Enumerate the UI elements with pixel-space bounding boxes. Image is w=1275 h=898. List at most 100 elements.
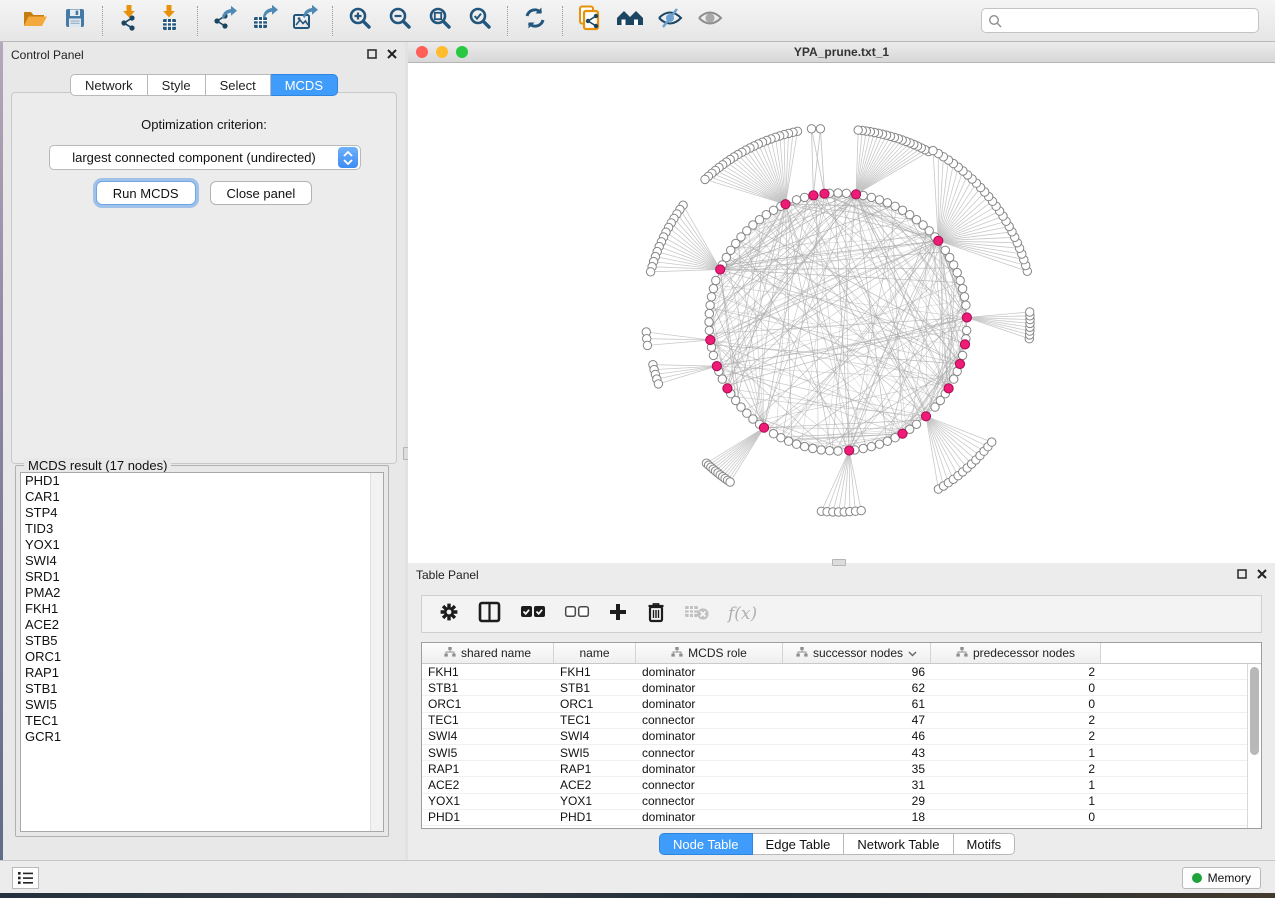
column-header-MCDS-role[interactable]: MCDS role <box>636 643 783 663</box>
mcds-result-node[interactable]: FKH1 <box>21 601 383 617</box>
tab-select[interactable]: Select <box>206 74 271 96</box>
tab-node-table[interactable]: Node Table <box>659 833 753 855</box>
control-panel-title: Control Panel <box>11 48 84 62</box>
export-network-icon <box>211 5 239 36</box>
close-panel-icon[interactable] <box>387 46 397 64</box>
mcds-result-node[interactable]: SWI4 <box>21 553 383 569</box>
export-network-button[interactable] <box>208 5 242 37</box>
mcds-result-node[interactable]: GCR1 <box>21 729 383 745</box>
add-column-icon[interactable] <box>608 602 628 627</box>
network-title: YPA_prune.txt_1 <box>408 45 1275 59</box>
control-panel-tabs: NetworkStyleSelectMCDS <box>3 74 405 96</box>
column-view-icon[interactable] <box>478 601 502 628</box>
node-table[interactable]: shared namenameMCDS rolesuccessor nodesp… <box>421 642 1262 829</box>
table-scrollbar[interactable] <box>1247 664 1261 828</box>
mcds-result-node[interactable]: ACE2 <box>21 617 383 633</box>
home-pair-button[interactable] <box>613 5 647 37</box>
mcds-result-node[interactable]: PMA2 <box>21 585 383 601</box>
table-type-tabs: Node TableEdge TableNetwork TableMotifs <box>659 833 1015 855</box>
mcds-result-node[interactable]: TID3 <box>21 521 383 537</box>
zoom-in-button[interactable] <box>343 5 377 37</box>
export-table-button[interactable] <box>248 5 282 37</box>
attribute-type-icon <box>796 646 808 660</box>
gear-icon[interactable] <box>438 601 460 628</box>
import-table-button[interactable] <box>153 5 187 37</box>
delete-column-icon[interactable] <box>646 601 666 628</box>
run-mcds-button[interactable]: Run MCDS <box>96 181 196 205</box>
table-cell: dominator <box>636 697 783 711</box>
mcds-result-node[interactable]: STP4 <box>21 505 383 521</box>
function-icon: f(x) <box>728 604 757 624</box>
mcds-result-node[interactable]: RAP1 <box>21 665 383 681</box>
column-header-successor-nodes[interactable]: successor nodes <box>783 643 931 663</box>
float-panel-icon[interactable] <box>1237 566 1247 584</box>
show-graphics-details-button[interactable] <box>693 5 727 37</box>
memory-button[interactable]: Memory <box>1182 867 1261 889</box>
network-graph-canvas[interactable] <box>408 63 1275 563</box>
table-row[interactable]: STB1STB1dominator620 <box>422 680 1261 696</box>
mcds-result-node[interactable]: SWI5 <box>21 697 383 713</box>
table-row[interactable]: SWI4SWI4dominator462 <box>422 729 1261 745</box>
mcds-result-node[interactable]: STB1 <box>21 681 383 697</box>
table-row[interactable]: RAP1RAP1dominator352 <box>422 761 1261 777</box>
list-icon <box>18 872 33 884</box>
column-header-predecessor-nodes[interactable]: predecessor nodes <box>931 643 1101 663</box>
criterion-select[interactable]: largest connected component (undirected) <box>49 145 361 170</box>
table-row[interactable]: YOX1YOX1connector291 <box>422 794 1261 810</box>
table-cell: 46 <box>783 729 931 743</box>
close-panel-button[interactable]: Close panel <box>210 181 313 205</box>
zoom-fit-button[interactable] <box>423 5 457 37</box>
deselect-all-icon[interactable] <box>564 604 590 625</box>
import-network-button[interactable] <box>113 5 147 37</box>
open-button[interactable] <box>18 5 52 37</box>
export-image-button[interactable] <box>288 5 322 37</box>
table-row[interactable]: FKH1FKH1dominator962 <box>422 664 1261 680</box>
mcds-result-node[interactable]: YOX1 <box>21 537 383 553</box>
node-table-header[interactable]: shared namenameMCDS rolesuccessor nodesp… <box>422 643 1261 664</box>
table-cell: YOX1 <box>422 794 554 808</box>
tab-network[interactable]: Network <box>70 74 148 96</box>
save-button[interactable] <box>58 5 92 37</box>
zoom-selected-button[interactable] <box>463 5 497 37</box>
select-all-icon[interactable] <box>520 604 546 625</box>
table-scrollbar-thumb[interactable] <box>1250 667 1259 755</box>
search-area <box>981 8 1259 33</box>
close-panel-icon[interactable] <box>1257 566 1267 584</box>
mcds-result-list[interactable]: PHD1CAR1STP4TID3YOX1SWI4SRD1PMA2FKH1ACE2… <box>20 472 384 832</box>
table-cell: TEC1 <box>554 713 636 727</box>
table-cell: connector <box>636 713 783 727</box>
horizontal-splitter-grip[interactable] <box>832 559 846 566</box>
mcds-result-node[interactable]: PHD1 <box>21 473 383 489</box>
network-window-titlebar[interactable]: YPA_prune.txt_1 <box>408 42 1275 63</box>
table-row[interactable]: ORC1ORC1dominator610 <box>422 696 1261 712</box>
tab-network-table[interactable]: Network Table <box>844 833 953 855</box>
table-cell: dominator <box>636 681 783 695</box>
mcds-result-node[interactable]: ORC1 <box>21 649 383 665</box>
table-cell: ACE2 <box>422 778 554 792</box>
zoom-out-button[interactable] <box>383 5 417 37</box>
float-panel-icon[interactable] <box>367 46 377 64</box>
table-row[interactable]: PHD1PHD1dominator180 <box>422 810 1261 826</box>
tab-edge-table[interactable]: Edge Table <box>753 833 845 855</box>
refresh-icon <box>522 6 548 35</box>
table-row[interactable]: ACE2ACE2connector311 <box>422 777 1261 793</box>
refresh-button[interactable] <box>518 5 552 37</box>
task-history-button[interactable] <box>12 867 39 889</box>
mcds-result-node[interactable]: TEC1 <box>21 713 383 729</box>
export-image-icon <box>291 5 319 36</box>
mcds-result-node[interactable]: SRD1 <box>21 569 383 585</box>
hide-graphics-details-button[interactable] <box>653 5 687 37</box>
mcds-result-node[interactable]: STB5 <box>21 633 383 649</box>
column-header-name[interactable]: name <box>554 643 636 663</box>
tab-mcds[interactable]: MCDS <box>271 74 338 96</box>
mcds-result-node[interactable]: CAR1 <box>21 489 383 505</box>
tab-style[interactable]: Style <box>148 74 206 96</box>
table-row[interactable]: TEC1TEC1connector472 <box>422 713 1261 729</box>
mcds-list-scrollbar[interactable] <box>370 473 383 831</box>
table-row[interactable]: SWI5SWI5connector431 <box>422 745 1261 761</box>
column-header-shared-name[interactable]: shared name <box>422 643 554 663</box>
search-input[interactable] <box>981 8 1259 33</box>
table-cell: SWI4 <box>422 729 554 743</box>
tab-motifs[interactable]: Motifs <box>954 833 1016 855</box>
clone-network-button[interactable] <box>573 5 607 37</box>
